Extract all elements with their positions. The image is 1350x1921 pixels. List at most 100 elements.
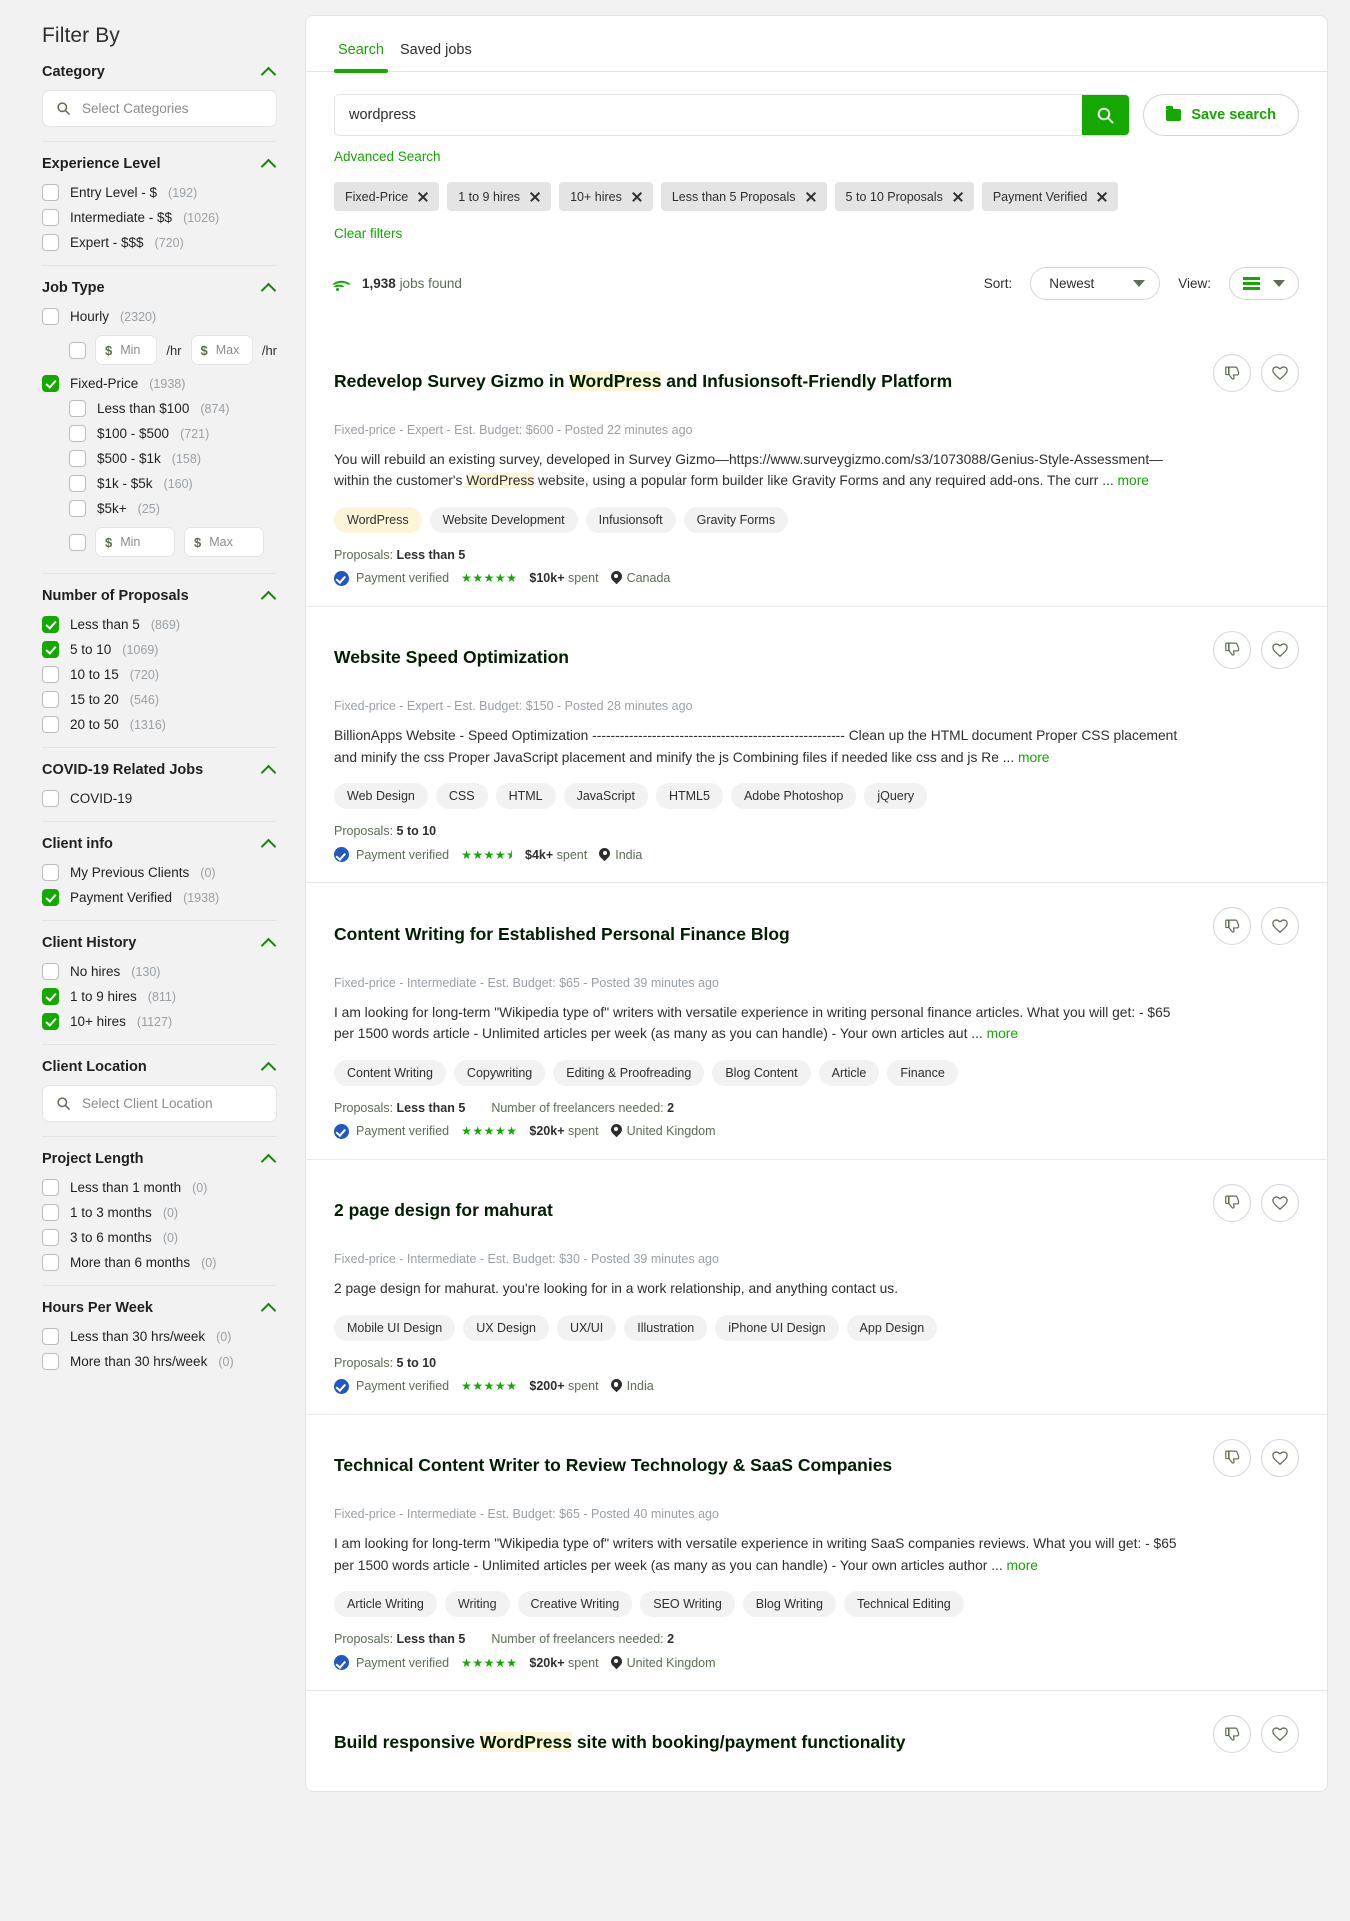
checkbox[interactable] (42, 1179, 59, 1196)
skill-tag[interactable]: Infusionsoft (585, 506, 676, 533)
filter-option-less-than-30-hrs-week[interactable]: Less than 30 hrs/week (0) (42, 1324, 277, 1349)
filter-chip-5-to-10-proposals[interactable]: 5 to 10 Proposals (834, 182, 974, 211)
clear-filters-link[interactable]: Clear filters (306, 211, 430, 241)
chevron-up-icon[interactable] (261, 762, 277, 778)
checkbox[interactable] (42, 716, 59, 733)
skill-tag[interactable]: JavaScript (563, 783, 648, 809)
skill-tag[interactable]: Writing (444, 1591, 510, 1618)
filter-search-input[interactable]: Select Client Location (42, 1085, 277, 1122)
close-icon[interactable] (417, 191, 428, 202)
search-button[interactable] (1082, 95, 1130, 135)
skill-tag[interactable]: Website Development (429, 506, 578, 533)
advanced-search-link[interactable]: Advanced Search (306, 136, 469, 164)
skill-tag[interactable]: Web Design (334, 783, 428, 809)
checkbox[interactable] (42, 691, 59, 708)
checkbox[interactable] (42, 1353, 59, 1370)
filter-option-15-to-20[interactable]: 15 to 20 (546) (42, 687, 277, 712)
save-job-button[interactable] (1261, 354, 1299, 392)
save-job-button[interactable] (1261, 1183, 1299, 1222)
show-more-link[interactable]: more (1007, 1558, 1038, 1573)
filter-group-header[interactable]: Client History (42, 935, 277, 959)
skill-tag[interactable]: Blog Content (712, 1059, 811, 1086)
job-title[interactable]: Website Speed Optimization (334, 646, 569, 669)
skill-tag[interactable]: Gravity Forms (683, 506, 789, 533)
dislike-job-button[interactable] (1213, 354, 1251, 392)
close-icon[interactable] (631, 191, 642, 202)
checkbox[interactable] (69, 400, 86, 417)
job-card[interactable]: 2 page design for mahurat Fixed-price - I… (306, 1158, 1327, 1414)
filter-chip-1-to-9-hires[interactable]: 1 to 9 hires (447, 182, 552, 211)
checkbox[interactable] (42, 375, 59, 392)
filter-chip-payment-verified[interactable]: Payment Verified (981, 182, 1119, 211)
filter-option--500-1k[interactable]: $500 - $1k (158) (42, 446, 277, 471)
checkbox[interactable] (42, 641, 59, 658)
rss-icon[interactable] (332, 274, 351, 294)
close-icon[interactable] (529, 191, 540, 202)
filter-chip-fixed-price[interactable]: Fixed-Price (334, 182, 440, 211)
skill-tag[interactable]: App Design (846, 1314, 938, 1341)
range-checkbox[interactable] (69, 533, 86, 551)
skill-tag[interactable]: UX/UI (556, 1314, 617, 1341)
filter-option-hourly[interactable]: Hourly (2320) (42, 304, 277, 329)
filter-group-header[interactable]: Job Type (42, 280, 277, 304)
filter-option-payment-verified[interactable]: Payment Verified (1938) (42, 885, 277, 910)
checkbox[interactable] (69, 500, 86, 517)
job-card[interactable]: Technical Content Writer to Review Techn… (306, 1413, 1327, 1691)
filter-group-header[interactable]: Project Length (42, 1151, 277, 1175)
filter-group-header[interactable]: Client Location (42, 1059, 277, 1083)
checkbox[interactable] (42, 864, 59, 881)
checkbox[interactable] (42, 790, 59, 807)
show-more-link[interactable]: more (1118, 473, 1149, 488)
job-title[interactable]: Content Writing for Established Personal… (334, 923, 790, 946)
search-box[interactable] (334, 94, 1131, 136)
checkbox[interactable] (42, 889, 59, 906)
close-icon[interactable] (805, 191, 816, 202)
checkbox[interactable] (42, 1229, 59, 1246)
skill-tag[interactable]: Illustration (624, 1314, 708, 1341)
checkbox[interactable] (42, 184, 59, 201)
dislike-job-button[interactable] (1213, 907, 1251, 945)
filter-option-1-to-3-months[interactable]: 1 to 3 months (0) (42, 1200, 277, 1225)
chevron-up-icon[interactable] (261, 935, 277, 951)
filter-chip-10-hires[interactable]: 10+ hires (559, 182, 653, 211)
filter-option-1-to-9-hires[interactable]: 1 to 9 hires (811) (42, 984, 277, 1009)
chevron-up-icon[interactable] (261, 1151, 277, 1167)
range-checkbox[interactable] (69, 341, 86, 359)
checkbox[interactable] (42, 234, 59, 251)
filter-option-covid-19[interactable]: COVID-19 (42, 786, 277, 811)
view-select[interactable] (1229, 267, 1299, 300)
job-card[interactable]: Content Writing for Established Personal… (306, 882, 1327, 1159)
filter-group-header[interactable]: Number of Proposals (42, 588, 277, 612)
skill-tag[interactable]: Article (818, 1059, 880, 1086)
filter-option--1k-5k[interactable]: $1k - $5k (160) (42, 471, 277, 496)
chevron-up-icon[interactable] (261, 156, 277, 172)
filter-option--100-500[interactable]: $100 - $500 (721) (42, 421, 277, 446)
checkbox[interactable] (42, 1328, 59, 1345)
checkbox[interactable] (69, 425, 86, 442)
max-amount-input[interactable]: $ Max (190, 335, 253, 365)
filter-option-my-previous-clients[interactable]: My Previous Clients (0) (42, 860, 277, 885)
filter-group-header[interactable]: COVID-19 Related Jobs (42, 762, 277, 786)
skill-tag[interactable]: Content Writing (334, 1059, 446, 1086)
checkbox[interactable] (42, 988, 59, 1005)
save-job-button[interactable] (1261, 1438, 1299, 1477)
filter-option-intermediate-[interactable]: Intermediate - $$ (1026) (42, 205, 277, 230)
skill-tag[interactable]: Finance (887, 1059, 958, 1086)
skill-tag[interactable]: iPhone UI Design (715, 1314, 839, 1341)
skill-tag[interactable]: CSS (435, 783, 488, 809)
skill-tag[interactable]: Adobe Photoshop (730, 783, 857, 809)
job-card[interactable]: Website Speed Optimization Fixed-price - … (306, 605, 1327, 883)
filter-option-fixed-price[interactable]: Fixed-Price (1938) (42, 371, 277, 396)
skill-tag[interactable]: Article Writing (334, 1591, 437, 1618)
skill-tag[interactable]: Editing & Proofreading (553, 1059, 705, 1086)
save-search-button[interactable]: Save search (1143, 94, 1299, 136)
close-icon[interactable] (952, 191, 963, 202)
skill-tag[interactable]: jQuery (864, 783, 928, 809)
skill-tag[interactable]: HTML5 (655, 783, 723, 809)
save-job-button[interactable] (1261, 1715, 1299, 1754)
chevron-up-icon[interactable] (261, 1059, 277, 1075)
filter-option-10-to-15[interactable]: 10 to 15 (720) (42, 662, 277, 687)
save-job-button[interactable] (1261, 907, 1299, 945)
tab-search[interactable]: Search (334, 38, 388, 73)
filter-option--5k-[interactable]: $5k+ (25) (42, 496, 277, 521)
